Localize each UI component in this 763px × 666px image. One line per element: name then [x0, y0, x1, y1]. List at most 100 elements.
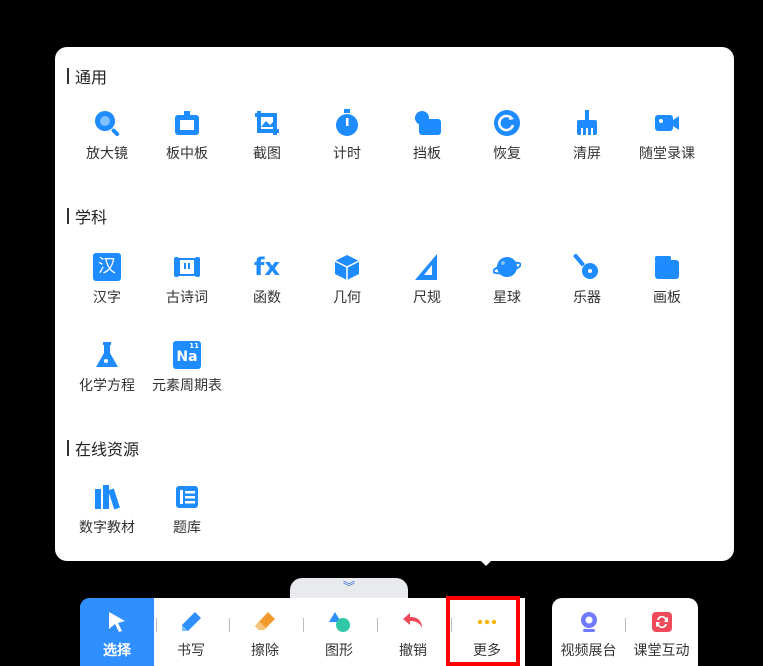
tool-instrument[interactable]: 乐器 [547, 253, 627, 307]
books-icon [95, 485, 120, 510]
toolbar-label: 书写 [177, 643, 205, 659]
section-title-online-resources: 在线资源 [67, 437, 139, 459]
tool-restore[interactable]: 恢复 [467, 109, 547, 163]
tool-label: 板中板 [166, 146, 208, 162]
tool-label: 化学方程 [79, 378, 135, 394]
toolbar-write[interactable]: 书写 [154, 598, 228, 666]
periodic-table-icon: Na 11 [173, 341, 201, 369]
tool-label: 题库 [173, 520, 201, 536]
tool-clear-screen[interactable]: 清屏 [547, 109, 627, 163]
scroll-icon [174, 257, 200, 277]
toolbar-label: 选择 [103, 643, 131, 659]
section-title-subjects: 学科 [67, 205, 107, 227]
tool-label: 计时 [333, 146, 361, 162]
toolbar-label: 视频展台 [560, 643, 617, 659]
tool-label: 星球 [493, 290, 521, 306]
tool-label: 古诗词 [166, 290, 208, 306]
toolbar-class-interaction[interactable]: 课堂互动 [625, 598, 698, 666]
tool-label: 随堂录课 [639, 146, 695, 162]
clear-screen-icon [577, 110, 597, 135]
tool-label: 汉字 [93, 290, 121, 306]
screenshot-icon [255, 111, 279, 135]
tool-label: 数字教材 [79, 520, 135, 536]
chinese-character-glyph: 汉 [98, 256, 116, 277]
section-title-label: 学科 [75, 208, 108, 227]
undo-icon [403, 613, 422, 628]
restore-icon [494, 110, 520, 136]
function-glyph: fx [254, 253, 280, 281]
cube-icon [334, 255, 360, 280]
board-in-board-icon [175, 111, 199, 135]
tool-label: 画板 [653, 290, 681, 306]
section-title-label: 通用 [75, 68, 108, 87]
tool-planet[interactable]: 星球 [467, 253, 547, 307]
toolbar-erase[interactable]: 擦除 [228, 598, 302, 666]
toolbar-shapes[interactable]: 图形 [302, 598, 376, 666]
toolbar-label: 更多 [473, 643, 501, 659]
magnifier-icon [95, 111, 120, 137]
toolbar-more[interactable]: 更多 [450, 598, 524, 666]
tool-label: 清屏 [573, 146, 601, 162]
ruler-icon [415, 254, 437, 280]
tool-chinese-character[interactable]: 汉 汉字 [67, 253, 147, 307]
baffle-icon [415, 111, 441, 135]
tool-video-record[interactable]: 随堂录课 [627, 109, 707, 163]
secondary-toolbar: 视频展台 课堂互动 [552, 598, 698, 666]
tool-timer[interactable]: 计时 [307, 109, 387, 163]
eraser-icon [255, 612, 275, 630]
timer-icon [336, 109, 358, 136]
more-icon [477, 619, 497, 625]
tool-label: 恢复 [493, 146, 521, 162]
video-record-icon [655, 115, 679, 131]
toolbar-label: 擦除 [251, 643, 279, 659]
toolbar-label: 撤销 [399, 643, 427, 659]
question-bank-icon [176, 486, 198, 508]
tool-label: 截图 [253, 146, 281, 162]
webcam-icon [580, 612, 597, 632]
tool-screenshot[interactable]: 截图 [227, 109, 307, 163]
panel-pointer [477, 557, 495, 566]
flask-icon [96, 342, 118, 367]
pen-icon [182, 612, 201, 631]
section-bar [67, 440, 69, 456]
tool-digital-textbook[interactable]: 数字教材 [67, 483, 147, 537]
tool-magnifier[interactable]: 放大镜 [67, 109, 147, 163]
toolbar-label: 课堂互动 [633, 643, 690, 659]
tool-label: 几何 [333, 290, 361, 306]
shapes-icon [329, 612, 350, 632]
cursor-icon [109, 612, 125, 632]
tool-board-in-board[interactable]: 板中板 [147, 109, 227, 163]
tool-chemical-equation[interactable]: 化学方程 [67, 341, 147, 395]
planet-icon [493, 257, 521, 277]
double-chevron-down-icon: ︾ [342, 580, 355, 594]
toolbar-video-booth[interactable]: 视频展台 [552, 598, 625, 666]
tool-label: 尺规 [413, 290, 441, 306]
guitar-icon [573, 253, 598, 279]
tool-baffle[interactable]: 挡板 [387, 109, 467, 163]
main-toolbar: 选择 书写 擦除 图形 撤销 更多 [80, 598, 525, 666]
tool-periodic-table[interactable]: Na 11 元素周期表 [147, 341, 227, 395]
toolbar-undo[interactable]: 撤销 [376, 598, 450, 666]
tool-question-bank[interactable]: 题库 [147, 483, 227, 537]
tool-label: 元素周期表 [152, 378, 222, 394]
tool-ancient-poetry[interactable]: 古诗词 [147, 253, 227, 307]
interaction-icon [651, 612, 672, 632]
section-bar [67, 208, 69, 224]
more-tools-panel: 通用 放大镜 板中板 截图 计时 挡板 恢复 清屏 随堂录课 学科 汉 汉字 古… [55, 47, 734, 561]
tool-label: 函数 [253, 290, 281, 306]
tool-geometry[interactable]: 几何 [307, 253, 387, 307]
function-icon: fx [253, 253, 281, 281]
element-symbol: Na [176, 349, 198, 365]
toolbar-select[interactable]: 选择 [80, 598, 154, 666]
tool-function[interactable]: fx 函数 [227, 253, 307, 307]
tool-ruler[interactable]: 尺规 [387, 253, 467, 307]
element-number: 11 [189, 342, 199, 350]
tool-label: 乐器 [573, 290, 601, 306]
section-bar [67, 68, 69, 84]
drawing-board-icon [655, 256, 679, 279]
tool-drawing-board[interactable]: 画板 [627, 253, 707, 307]
tool-label: 挡板 [413, 146, 441, 162]
section-title-general: 通用 [67, 65, 107, 87]
tool-label: 放大镜 [86, 146, 128, 162]
toolbar-label: 图形 [325, 643, 353, 659]
